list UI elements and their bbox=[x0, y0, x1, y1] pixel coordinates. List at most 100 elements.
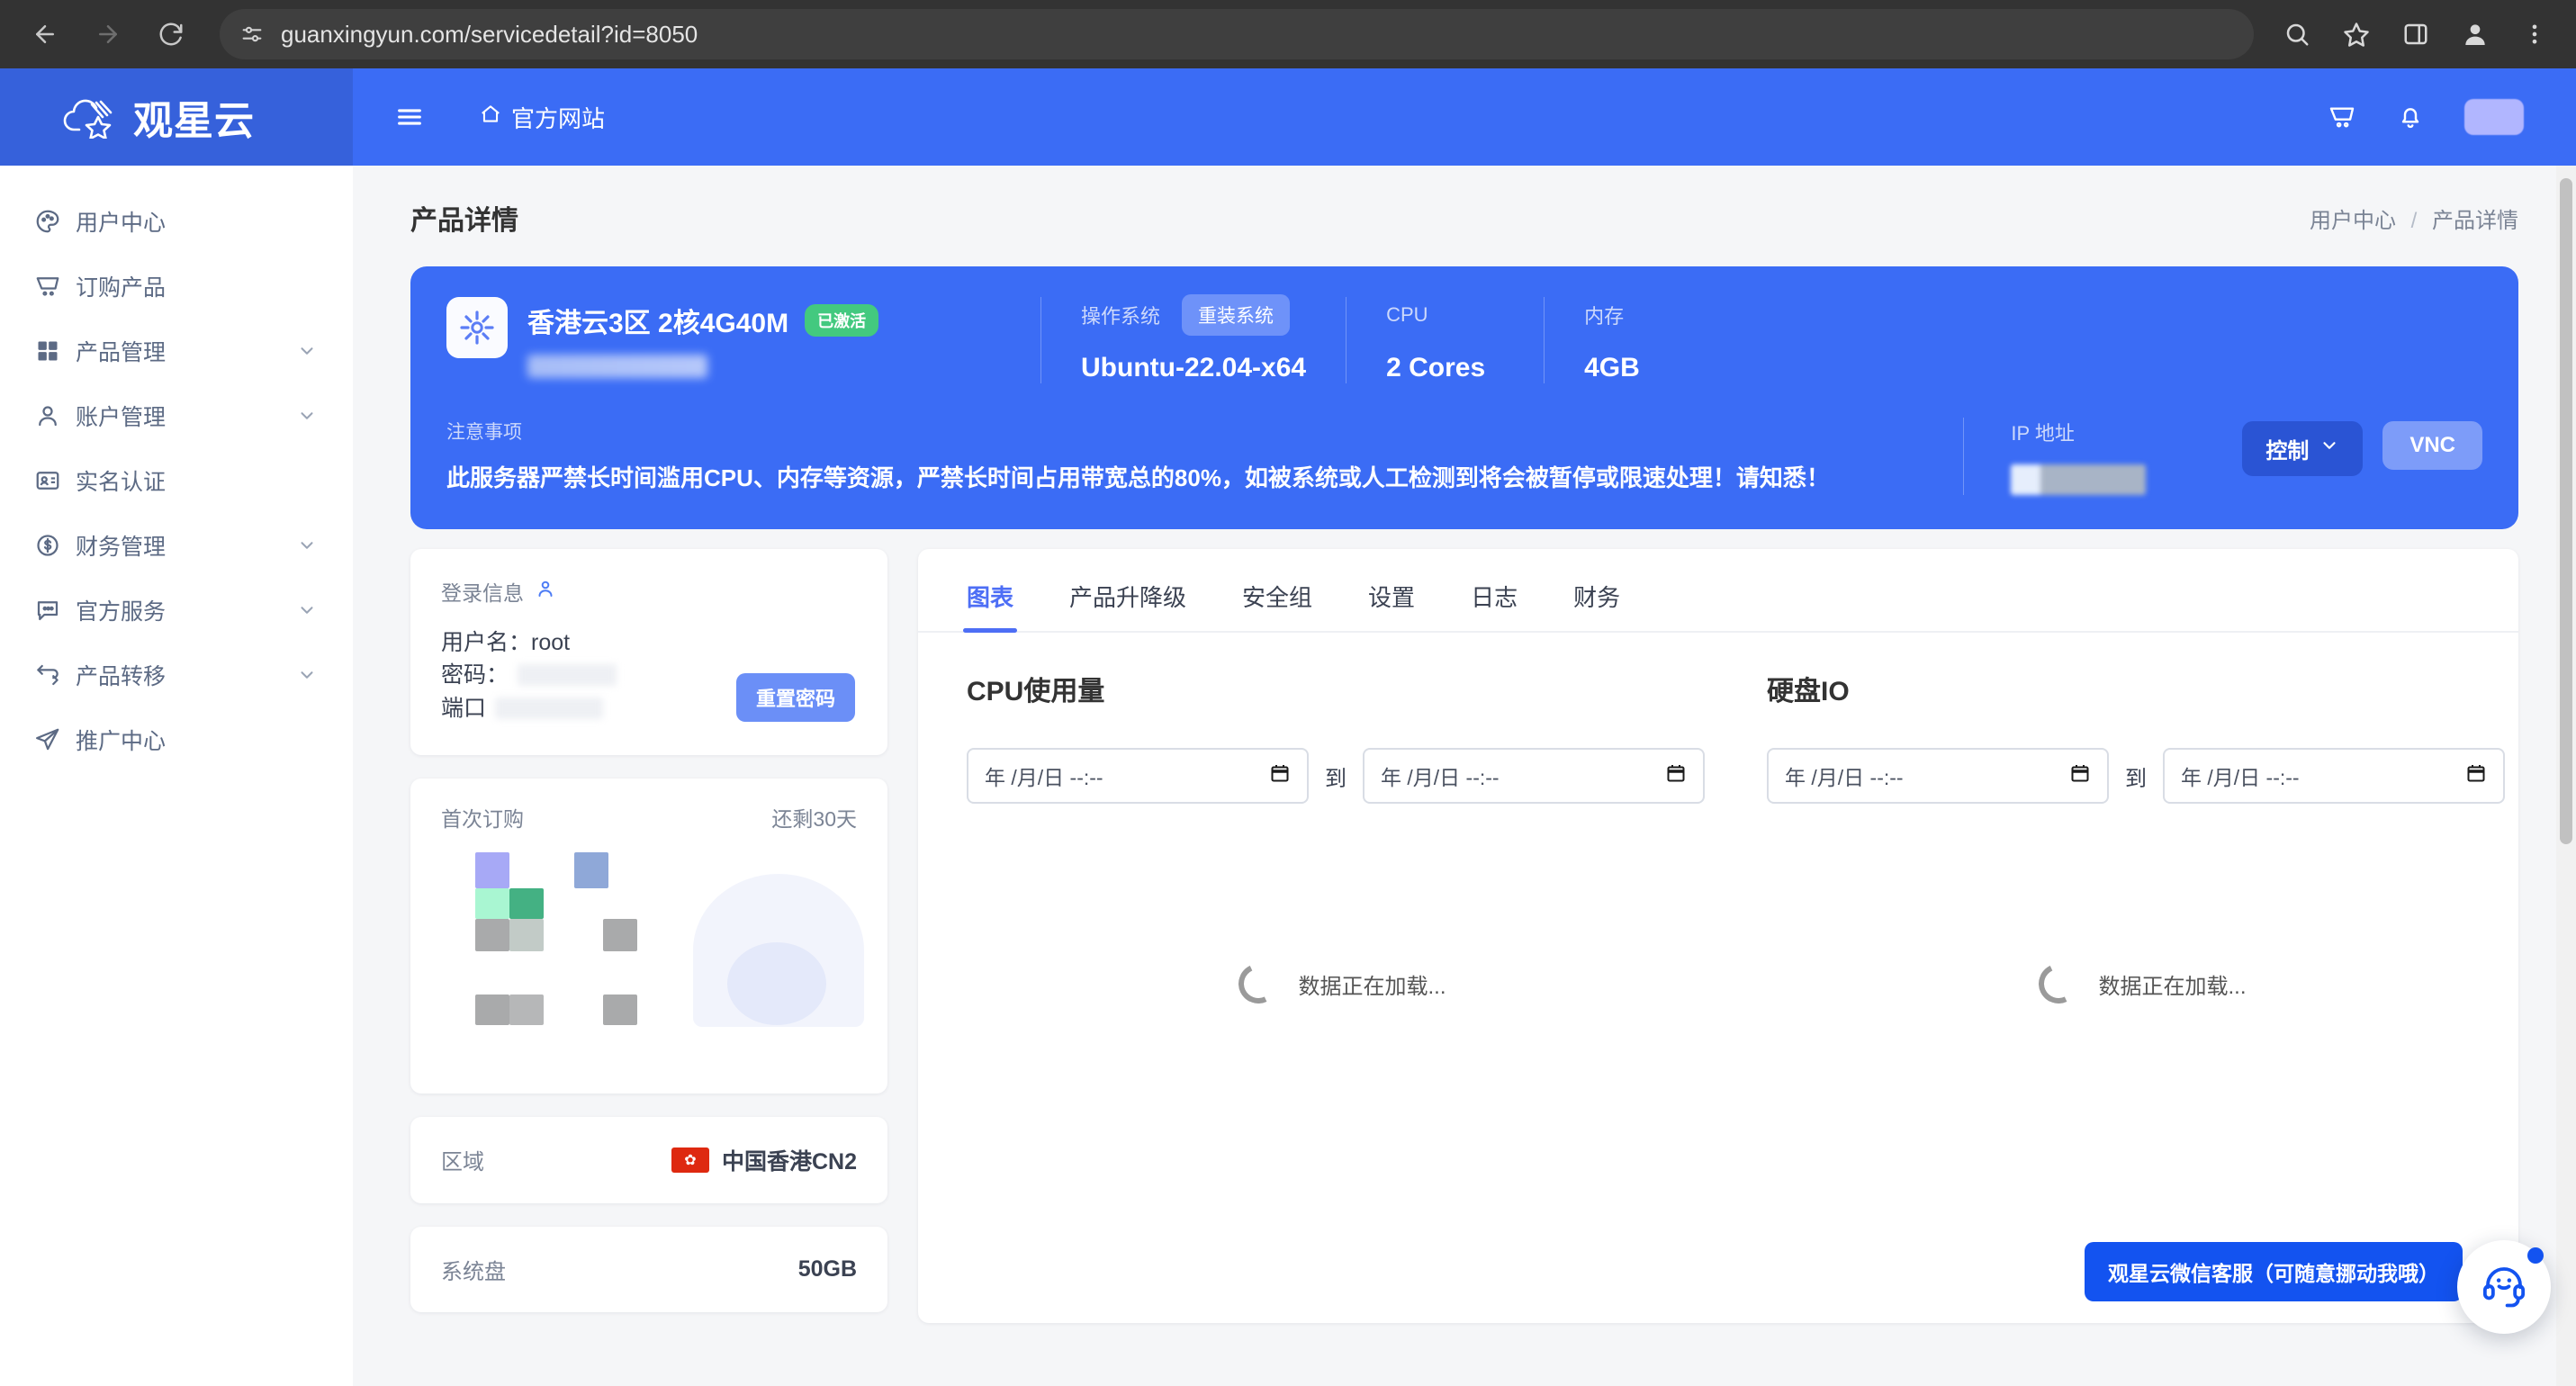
send-icon bbox=[23, 726, 72, 753]
tab-charts[interactable]: 图表 bbox=[962, 580, 1018, 633]
customer-service-button[interactable] bbox=[2457, 1240, 2551, 1334]
sidebar-item-product-transfer[interactable]: 产品转移 bbox=[0, 643, 353, 707]
star-icon[interactable] bbox=[2335, 13, 2378, 56]
server-actions: 控制 VNC bbox=[2233, 418, 2482, 495]
cpu-chart-title: CPU使用量 bbox=[967, 677, 1105, 706]
breadcrumb-item-user-center[interactable]: 用户中心 bbox=[2310, 209, 2396, 233]
page-header: 产品详情 用户中心 / 产品详情 bbox=[353, 166, 2576, 254]
browser-toolbar: guanxingyun.com/servicedetail?id=8050 bbox=[0, 0, 2576, 68]
tab-upgrade-downgrade[interactable]: 产品升降级 bbox=[1069, 580, 1186, 631]
scrollbar-thumb[interactable] bbox=[2560, 178, 2572, 844]
disk-io-date-to-input[interactable]: 年 /月/日 --:-- bbox=[2163, 748, 2505, 804]
login-info-title-row: 登录信息 bbox=[441, 576, 857, 607]
chevron-down-icon bbox=[297, 536, 317, 555]
disk-io-chart-block: 硬盘IO 年 /月/日 --:-- 到 年 /月/日 --:-- 数据正在加载.… bbox=[1718, 633, 2518, 1164]
vnc-button[interactable]: VNC bbox=[2382, 421, 2482, 470]
cpu-date-to-input[interactable]: 年 /月/日 --:-- bbox=[1363, 748, 1705, 804]
cart-icon[interactable] bbox=[2328, 103, 2356, 131]
brand-logo[interactable]: 观星云 bbox=[0, 68, 353, 166]
right-column: 图表 产品升降级 安全组 设置 日志 财务 CPU使用量 年 /月/日 --:-… bbox=[918, 549, 2518, 1323]
page-scrollbar[interactable] bbox=[2556, 166, 2576, 1386]
tab-security-group[interactable]: 安全组 bbox=[1242, 580, 1312, 631]
calendar-icon[interactable] bbox=[1665, 762, 1687, 790]
tab-settings[interactable]: 设置 bbox=[1368, 580, 1415, 631]
sidebar-item-account-management[interactable]: 账户管理 bbox=[0, 383, 353, 448]
first-order-head: 首次订购 还剩30天 bbox=[441, 802, 857, 832]
disk-io-date-from-placeholder: 年 /月/日 --:-- bbox=[1785, 766, 1904, 789]
chat-tooltip[interactable]: 观星云微信客服（可随意挪动我哦） bbox=[2085, 1242, 2463, 1301]
search-icon[interactable] bbox=[2275, 13, 2319, 56]
sidebar-item-user-center[interactable]: 用户中心 bbox=[0, 189, 353, 254]
sidebar-item-order-product[interactable]: 订购产品 bbox=[0, 254, 353, 319]
brand-name: 观星云 bbox=[133, 99, 255, 143]
app-shell: 观星云 用户中心 订购产品 产品管理 账户管理 实名认证 财务管理 官方服务 产… bbox=[0, 68, 2576, 1386]
charts-panel: 图表 产品升降级 安全组 设置 日志 财务 CPU使用量 年 /月/日 --:-… bbox=[918, 549, 2518, 1323]
sidebar-nav: 用户中心 订购产品 产品管理 账户管理 实名认证 财务管理 官方服务 产品转移 … bbox=[0, 166, 353, 772]
login-info-title: 登录信息 bbox=[441, 581, 524, 605]
os-logo-icon bbox=[446, 297, 508, 358]
cpu-date-range: 年 /月/日 --:-- 到 年 /月/日 --:-- bbox=[967, 748, 1718, 804]
status-badge: 已激活 bbox=[805, 304, 879, 337]
browser-actions bbox=[2266, 13, 2556, 56]
disk-io-loading-indicator: 数据正在加载... bbox=[2033, 958, 2247, 1010]
forward-button[interactable] bbox=[83, 9, 133, 59]
spec-value: 4GB bbox=[1584, 353, 1640, 382]
hong-kong-flag-icon: ✿ bbox=[671, 1147, 709, 1173]
tab-logs[interactable]: 日志 bbox=[1471, 580, 1518, 631]
tab-finance[interactable]: 财务 bbox=[1573, 580, 1620, 631]
spec-label: CPU bbox=[1386, 303, 1428, 326]
sidebar-item-official-service[interactable]: 官方服务 bbox=[0, 578, 353, 643]
palette-icon bbox=[23, 208, 72, 235]
masked-server-id bbox=[527, 355, 707, 378]
sidebar-item-promotion-center[interactable]: 推广中心 bbox=[0, 707, 353, 772]
masked-order-illustration bbox=[441, 851, 864, 1059]
calendar-icon[interactable] bbox=[1269, 762, 1291, 790]
masked-password bbox=[518, 664, 617, 687]
sidebar-item-label: 推广中心 bbox=[76, 729, 167, 754]
avatar[interactable] bbox=[2464, 99, 2524, 135]
first-order-card: 首次订购 还剩30天 bbox=[410, 778, 887, 1094]
sidebar-item-finance-management[interactable]: 财务管理 bbox=[0, 513, 353, 578]
system-disk-value: 50GB bbox=[797, 1256, 857, 1282]
username-label: 用户名： bbox=[441, 630, 532, 655]
side-panel-icon[interactable] bbox=[2394, 13, 2437, 56]
disk-io-date-from-input[interactable]: 年 /月/日 --:-- bbox=[1767, 748, 2109, 804]
hamburger-icon[interactable] bbox=[387, 94, 432, 140]
bell-icon[interactable] bbox=[2396, 103, 2425, 131]
username-row: 用户名： root bbox=[441, 626, 857, 659]
ip-block: IP 地址 bbox=[1963, 418, 2233, 495]
login-info-card: 登录信息 用户名： root 密码： 端口 重置密码 bbox=[410, 549, 887, 755]
region-row: 区域 ✿ 中国香港CN2 bbox=[410, 1116, 887, 1203]
sidebar-item-product-management[interactable]: 产品管理 bbox=[0, 319, 353, 383]
top-bar: 官方网站 bbox=[353, 68, 2576, 166]
breadcrumb-item-product-detail[interactable]: 产品详情 bbox=[2432, 209, 2518, 233]
back-button[interactable] bbox=[20, 9, 70, 59]
masked-ip-address bbox=[2011, 464, 2147, 495]
address-bar[interactable]: guanxingyun.com/servicedetail?id=8050 bbox=[220, 9, 2254, 59]
detail-body: 登录信息 用户名： root 密码： 端口 重置密码 首次订购 还剩30天 区域… bbox=[410, 549, 2518, 1323]
official-website-link[interactable]: 官方网站 bbox=[479, 101, 605, 134]
notice-block: 注意事项 此服务器严禁长时间滥用CPU、内存等资源，严禁长时间占用带宽总的80%… bbox=[446, 418, 1963, 495]
charts-row: CPU使用量 年 /月/日 --:-- 到 年 /月/日 --:-- 数据正在加… bbox=[918, 633, 2518, 1164]
sidebar-item-real-name-verification[interactable]: 实名认证 bbox=[0, 448, 353, 513]
breadcrumb-separator: / bbox=[2410, 208, 2418, 233]
notice-label: 注意事项 bbox=[446, 422, 522, 443]
reset-password-button[interactable]: 重置密码 bbox=[735, 673, 855, 722]
sidebar-item-label: 产品管理 bbox=[76, 340, 167, 365]
calendar-icon[interactable] bbox=[2069, 762, 2091, 790]
reinstall-system-button[interactable]: 重装系统 bbox=[1182, 294, 1291, 336]
server-identity: 香港云3区 2核4G40M 已激活 bbox=[446, 297, 1040, 383]
cpu-date-from-placeholder: 年 /月/日 --:-- bbox=[985, 766, 1103, 789]
kebab-menu-icon[interactable] bbox=[2513, 13, 2556, 56]
control-button[interactable]: 控制 bbox=[2242, 421, 2364, 476]
site-settings-icon[interactable] bbox=[239, 22, 265, 47]
home-icon bbox=[479, 103, 502, 132]
cloud-star-logo-icon bbox=[61, 95, 119, 139]
cpu-date-from-input[interactable]: 年 /月/日 --:-- bbox=[967, 748, 1309, 804]
page-title: 产品详情 bbox=[410, 206, 518, 236]
chevron-down-icon bbox=[2319, 436, 2339, 462]
calendar-icon[interactable] bbox=[2465, 762, 2487, 790]
spinner-icon bbox=[1233, 958, 1284, 1010]
profile-icon[interactable] bbox=[2454, 13, 2497, 56]
reload-button[interactable] bbox=[146, 9, 196, 59]
